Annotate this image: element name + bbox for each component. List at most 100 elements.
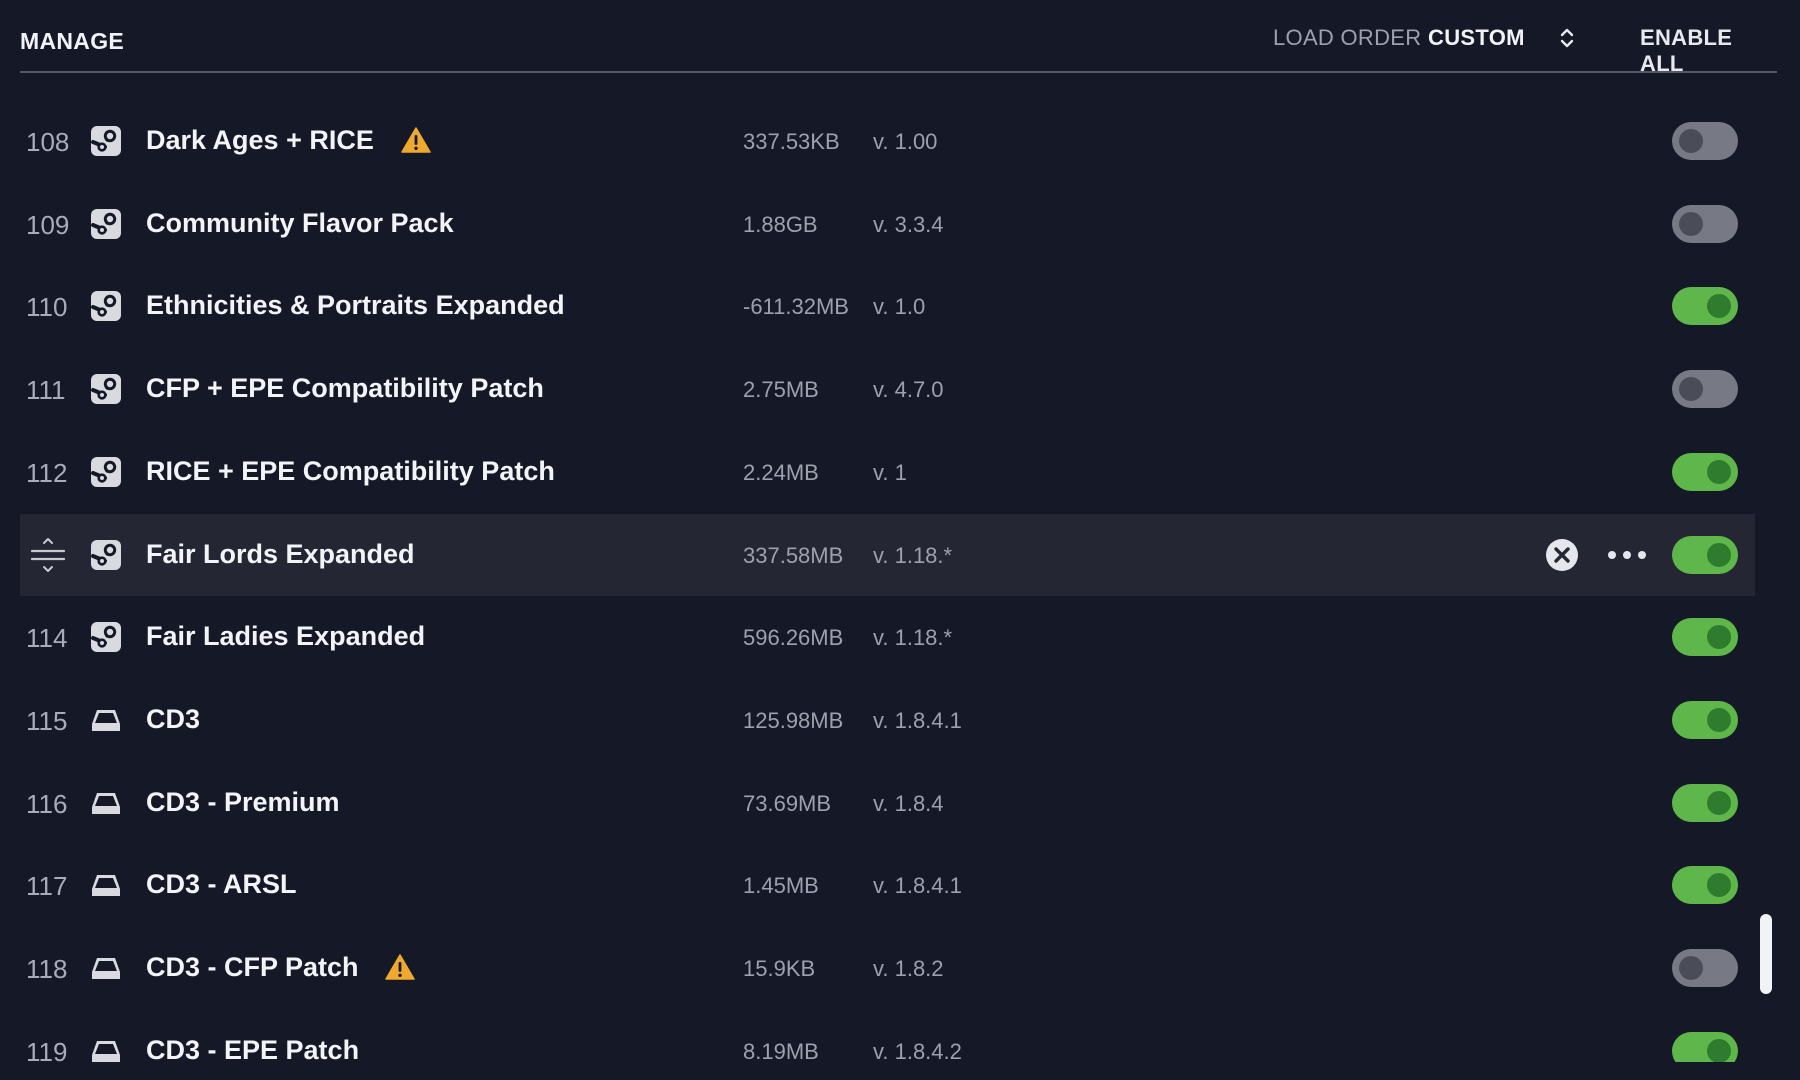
local-drive-icon bbox=[90, 869, 122, 901]
remove-mod-icon[interactable] bbox=[1545, 538, 1579, 572]
enable-toggle[interactable] bbox=[1672, 949, 1738, 987]
mod-size: 2.24MB bbox=[743, 459, 819, 485]
load-order-number: 114 bbox=[26, 623, 68, 654]
mod-version: v. 3.3.4 bbox=[873, 211, 944, 237]
load-order-number: 112 bbox=[26, 457, 68, 488]
toggle-knob bbox=[1679, 956, 1703, 980]
mod-name: Fair Ladies Expanded bbox=[146, 621, 426, 652]
mod-version: v. 1.8.2 bbox=[873, 956, 944, 981]
local-drive-icon bbox=[90, 1035, 122, 1062]
load-order-number: 118 bbox=[26, 954, 68, 984]
mod-name: CFP + EPE Compatibility Patch bbox=[146, 373, 544, 404]
load-order-number: 115 bbox=[26, 705, 68, 736]
enable-toggle[interactable] bbox=[1672, 535, 1738, 574]
load-order-select[interactable]: CUSTOM bbox=[1428, 25, 1525, 51]
load-order-number: 111 bbox=[26, 375, 66, 406]
mod-row[interactable]: 118 CD3 - CFP Patch 15.9KB v. 1.8.2 bbox=[20, 927, 1755, 1009]
mod-row[interactable]: Fair Lords Expanded 337.58MB v. 1.18.* bbox=[20, 513, 1755, 596]
mod-row[interactable]: 116 CD3 - Premium 73.69MB v. 1.8.4 bbox=[20, 762, 1755, 844]
steam-icon bbox=[90, 373, 122, 405]
toggle-knob bbox=[1707, 790, 1731, 815]
sort-chevrons-icon[interactable] bbox=[1556, 26, 1578, 50]
mod-list: 108 Dark Ages + RICE 337.53KB v. 1.00 109 Com… bbox=[20, 100, 1755, 1062]
mod-size: 1.45MB bbox=[743, 873, 819, 899]
drag-handle-icon[interactable] bbox=[29, 536, 67, 574]
mod-row[interactable]: 108 Dark Ages + RICE 337.53KB v. 1.00 bbox=[20, 100, 1755, 182]
mod-size: 337.58MB bbox=[743, 542, 844, 568]
scrollbar-thumb[interactable] bbox=[1760, 914, 1772, 994]
load-order-number: 119 bbox=[26, 1036, 68, 1062]
mod-size: 596.26MB bbox=[743, 625, 844, 651]
mod-version: v. 1.8.4.1 bbox=[873, 873, 962, 899]
load-order-number: 108 bbox=[26, 127, 70, 157]
mod-row[interactable]: 115 CD3 125.98MB v. 1.8.4.1 bbox=[20, 679, 1755, 761]
mod-row[interactable]: 117 CD3 - ARSL 1.45MB v. 1.8.4.1 bbox=[20, 844, 1755, 926]
warning-icon[interactable] bbox=[401, 126, 431, 154]
toggle-knob bbox=[1707, 707, 1731, 732]
mod-version: v. 4.7.0 bbox=[873, 377, 944, 403]
enable-toggle[interactable] bbox=[1672, 122, 1738, 160]
local-drive-icon bbox=[90, 787, 122, 819]
mod-row[interactable]: 110 Ethnicities & Portraits Expanded -611.… bbox=[20, 265, 1755, 347]
steam-icon bbox=[90, 456, 122, 488]
toggle-knob bbox=[1707, 873, 1731, 898]
toggle-knob bbox=[1707, 1038, 1731, 1062]
mod-name: Dark Ages + RICE bbox=[146, 125, 374, 155]
local-drive-icon bbox=[90, 952, 122, 984]
toggle-knob bbox=[1707, 625, 1731, 650]
toggle-knob bbox=[1679, 129, 1703, 153]
mod-version: v. 1.0 bbox=[873, 294, 926, 320]
mod-version: v. 1.8.4 bbox=[873, 790, 944, 816]
toggle-knob bbox=[1707, 542, 1731, 567]
enable-toggle[interactable] bbox=[1672, 783, 1738, 822]
mod-size: 125.98MB bbox=[743, 707, 844, 733]
mod-size: 1.88GB bbox=[743, 211, 818, 237]
mod-row[interactable]: 111 CFP + EPE Compatibility Patch 2.75MB v.… bbox=[20, 348, 1755, 430]
enable-toggle[interactable] bbox=[1672, 618, 1738, 657]
load-order-label: LOAD ORDER bbox=[1273, 25, 1422, 50]
toggle-knob bbox=[1679, 211, 1703, 236]
enable-toggle[interactable] bbox=[1672, 452, 1738, 491]
steam-icon bbox=[90, 621, 122, 653]
enable-toggle[interactable] bbox=[1672, 1031, 1738, 1062]
toggle-knob bbox=[1707, 294, 1731, 319]
manage-header: MANAGE LOAD ORDER CUSTOM ENABLE ALL bbox=[20, 0, 1777, 76]
toggle-knob bbox=[1679, 377, 1703, 402]
mod-name: CD3 - CFP Patch bbox=[146, 952, 359, 982]
mod-name: CD3 - EPE Patch bbox=[146, 1034, 360, 1062]
mod-version: v. 1.8.4.2 bbox=[873, 1038, 962, 1062]
mod-size: 337.53KB bbox=[743, 129, 840, 154]
steam-icon bbox=[90, 539, 122, 571]
enable-toggle[interactable] bbox=[1672, 866, 1738, 905]
mod-size: -611.32MB bbox=[743, 294, 849, 320]
enable-toggle[interactable] bbox=[1672, 204, 1738, 243]
mod-name: Fair Lords Expanded bbox=[146, 538, 415, 569]
more-options-icon[interactable] bbox=[1605, 542, 1649, 568]
toggle-knob bbox=[1707, 459, 1731, 484]
enable-toggle[interactable] bbox=[1672, 287, 1738, 326]
mod-version: v. 1.18.* bbox=[873, 542, 953, 568]
mod-version: v. 1 bbox=[873, 459, 907, 485]
enable-toggle[interactable] bbox=[1672, 370, 1738, 409]
warning-icon[interactable] bbox=[385, 953, 415, 981]
mod-name: Ethnicities & Portraits Expanded bbox=[146, 290, 565, 321]
load-order-number: 116 bbox=[26, 788, 68, 819]
mod-name: CD3 - Premium bbox=[146, 786, 340, 817]
page-title: MANAGE bbox=[20, 28, 125, 54]
steam-icon bbox=[90, 290, 122, 322]
load-order-number: 109 bbox=[26, 209, 70, 240]
load-order-number: 110 bbox=[26, 292, 68, 323]
mod-name: Community Flavor Pack bbox=[146, 207, 454, 238]
enable-toggle[interactable] bbox=[1672, 700, 1738, 739]
mod-version: v. 1.8.4.1 bbox=[873, 707, 962, 733]
mod-name: RICE + EPE Compatibility Patch bbox=[146, 455, 555, 486]
mod-version: v. 1.18.* bbox=[873, 625, 953, 651]
local-drive-icon bbox=[90, 704, 122, 736]
enable-all-button[interactable]: ENABLE ALL bbox=[1640, 25, 1777, 77]
steam-icon bbox=[90, 125, 122, 157]
mod-row[interactable]: 109 Community Flavor Pack 1.88GB v. 3.3.4 bbox=[20, 183, 1755, 265]
mod-row[interactable]: 114 Fair Ladies Expanded 596.26MB v. 1.18.* bbox=[20, 596, 1755, 678]
mod-row[interactable]: 112 RICE + EPE Compatibility Patch 2.24MB v… bbox=[20, 431, 1755, 513]
mod-size: 8.19MB bbox=[743, 1038, 819, 1062]
mod-row[interactable]: 119 CD3 - EPE Patch 8.19MB v. 1.8.4.2 bbox=[20, 1010, 1755, 1062]
